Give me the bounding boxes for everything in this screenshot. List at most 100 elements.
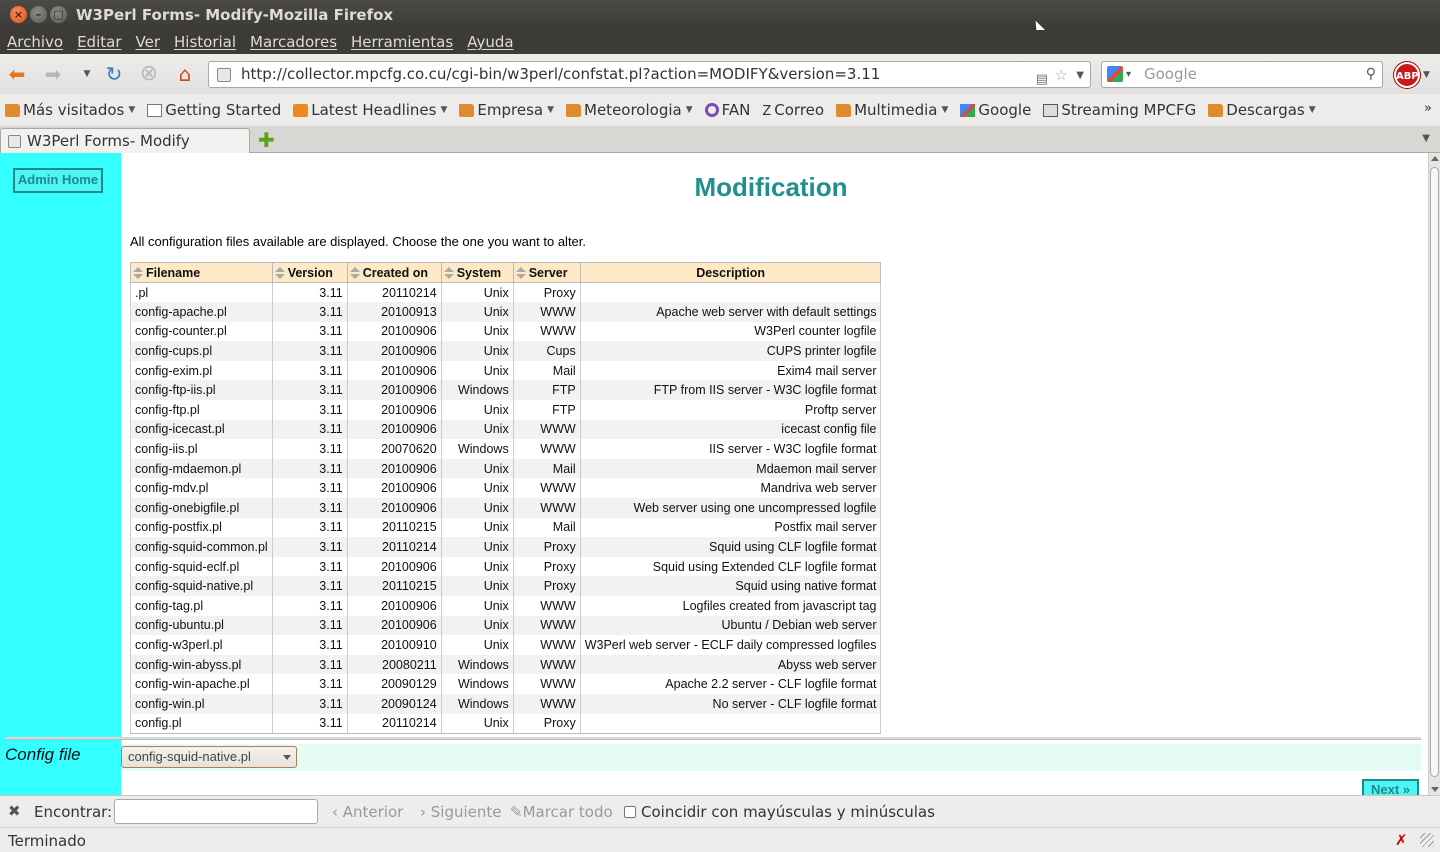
created-on-cell: 20100906 xyxy=(346,498,442,518)
menu-item-ayuda[interactable]: Ayuda xyxy=(467,30,513,54)
filename-cell: config.pl xyxy=(130,713,273,734)
reload-icon[interactable]: ↻ xyxy=(103,63,125,85)
page-icon xyxy=(147,103,163,117)
version-cell: 3.11 xyxy=(271,282,348,303)
description-cell: IIS server - W3C logfile format xyxy=(579,439,882,459)
search-icon[interactable]: ⚲ xyxy=(1366,62,1376,87)
url-dropdown-icon[interactable]: ▼ xyxy=(1076,63,1084,88)
resize-grip-icon[interactable] xyxy=(1420,833,1434,847)
window-titlebar: × – □ W3Perl Forms- Modify-Mozilla Firef… xyxy=(0,0,1440,38)
column-header-label: Version xyxy=(287,265,333,280)
created-on-cell: 20100906 xyxy=(346,360,442,381)
scroll-up-icon[interactable] xyxy=(1431,156,1439,161)
server-cell: Proxy xyxy=(512,713,581,734)
menu-item-editar[interactable]: Editar xyxy=(77,30,121,54)
window-close-button[interactable]: × xyxy=(10,6,27,23)
home-icon[interactable]: ⌂ xyxy=(174,63,196,85)
match-case-label[interactable]: Coincidir con mayúsculas y minúsculas xyxy=(641,803,935,821)
find-previous-button[interactable]: ‹ Anterior xyxy=(332,803,403,821)
created-on-cell: 20100906 xyxy=(346,419,442,440)
new-tab-icon[interactable]: ✚ xyxy=(258,130,275,150)
server-cell: Proxy xyxy=(512,537,581,557)
bookmark-meteorologia[interactable]: Meteorologia ▼ xyxy=(566,101,693,119)
version-cell: 3.11 xyxy=(271,537,348,557)
table-row: config.pl 3.11 20110214 Unix Proxy xyxy=(130,713,882,734)
bookmark-star-icon[interactable]: ☆ xyxy=(1055,63,1068,88)
server-cell: WWW xyxy=(512,498,581,518)
sort-icon[interactable] xyxy=(349,267,360,279)
column-header-system[interactable]: System xyxy=(440,262,514,283)
menu-item-ver[interactable]: Ver xyxy=(136,30,161,54)
site-identity-icon[interactable] xyxy=(217,68,231,82)
admin-home-button[interactable]: Admin Home xyxy=(13,168,103,193)
history-dropdown-icon[interactable]: ▼ xyxy=(76,63,98,85)
menu-item-archivo[interactable]: Archivo xyxy=(7,30,63,54)
url-bar[interactable]: http://collector.mpcfg.co.cu/cgi-bin/w3p… xyxy=(208,61,1091,88)
find-input[interactable] xyxy=(114,799,318,824)
config-file-select[interactable]: config-squid-native.pl xyxy=(121,746,297,768)
vertical-scrollbar[interactable] xyxy=(1428,153,1440,795)
next-button[interactable]: Next » xyxy=(1362,779,1419,795)
left-sidebar xyxy=(0,153,121,795)
created-on-cell: 20100906 xyxy=(346,321,442,342)
description-cell: Ubuntu / Debian web server xyxy=(579,615,882,636)
bookmark-multimedia[interactable]: Multimedia ▼ xyxy=(836,101,948,119)
feed-icon[interactable]: ▤ xyxy=(1036,67,1048,92)
column-header-server[interactable]: Server xyxy=(512,262,581,283)
tab-w3perl-forms-modify[interactable]: W3Perl Forms- Modify xyxy=(0,128,250,153)
created-on-cell: 20110214 xyxy=(346,282,442,303)
intro-text: All configuration files available are di… xyxy=(130,234,587,249)
bookmark-empresa[interactable]: Empresa ▼ xyxy=(459,101,554,119)
search-bar[interactable]: ▾ Google ⚲ xyxy=(1101,61,1383,88)
table-row: config-squid-eclf.pl 3.11 20100906 Unix Prox… xyxy=(130,556,882,577)
system-cell: Unix xyxy=(440,517,514,538)
stop-icon[interactable]: ⊗ xyxy=(138,63,160,85)
filename-cell: config-postfix.pl xyxy=(130,517,273,538)
addon-status-icon[interactable]: ✗ xyxy=(1395,831,1408,849)
column-header-version[interactable]: Version xyxy=(271,262,348,283)
window-minimize-button[interactable]: – xyxy=(30,6,47,23)
google-icon xyxy=(960,103,976,117)
sort-icon[interactable] xyxy=(443,267,454,279)
bookmark-m-s-visitados[interactable]: Más visitados ▼ xyxy=(5,101,135,119)
search-engine-icon[interactable] xyxy=(1107,66,1123,82)
server-cell: Mail xyxy=(512,517,581,538)
forward-icon[interactable]: ➡ xyxy=(42,63,64,85)
system-cell: Unix xyxy=(440,302,514,322)
bookmark-fan[interactable]: FAN xyxy=(704,101,750,119)
table-row: config-w3perl.pl 3.11 20100910 Unix WWW W3Per… xyxy=(130,635,882,655)
adblock-icon[interactable]: ABP xyxy=(1394,62,1420,88)
bookmark-correo[interactable]: Z Correo xyxy=(762,101,824,119)
match-case-checkbox[interactable] xyxy=(624,806,636,818)
bookmark-descargas[interactable]: Descargas ▼ xyxy=(1208,101,1316,119)
back-icon[interactable]: ⬅ xyxy=(6,63,28,85)
find-previous-label: Anterior xyxy=(342,803,404,821)
adblock-dropdown-icon[interactable]: ▼ xyxy=(1423,70,1430,80)
bookmarks-overflow-icon[interactable]: » xyxy=(1424,101,1432,116)
version-cell: 3.11 xyxy=(271,556,348,577)
column-header-filename[interactable]: Filename xyxy=(130,262,273,283)
description-cell: Squid using CLF logfile format xyxy=(579,537,882,557)
bookmark-streaming-mpcfg[interactable]: Streaming MPCFG xyxy=(1043,101,1196,119)
sort-icon[interactable] xyxy=(133,267,143,279)
highlight-all-button[interactable]: ✎Marcar todo xyxy=(510,803,613,821)
tab-list-dropdown-icon[interactable]: ▼ xyxy=(1422,133,1430,144)
search-engine-dropdown-icon[interactable]: ▾ xyxy=(1126,62,1131,87)
bookmark-getting-started[interactable]: Getting Started xyxy=(147,101,281,119)
server-cell: WWW xyxy=(512,693,581,714)
find-next-button[interactable]: › Siguiente xyxy=(420,803,502,821)
bookmark-latest-headlines[interactable]: Latest Headlines ▼ xyxy=(293,101,447,119)
menu-item-marcadores[interactable]: Marcadores xyxy=(250,30,337,54)
menu-item-herramientas[interactable]: Herramientas xyxy=(351,30,453,54)
scroll-down-icon[interactable] xyxy=(1431,787,1439,792)
scrollbar-thumb[interactable] xyxy=(1430,167,1439,777)
sort-icon[interactable] xyxy=(274,267,285,279)
window-maximize-button[interactable]: □ xyxy=(50,6,67,23)
column-header-created-on[interactable]: Created on xyxy=(346,262,442,283)
bookmark-google[interactable]: Google xyxy=(960,101,1031,119)
column-header-description[interactable]: Description xyxy=(579,262,882,283)
sort-icon[interactable] xyxy=(515,267,526,279)
server-cell: WWW xyxy=(512,478,581,499)
close-icon[interactable]: ✖ xyxy=(8,802,21,820)
menu-item-historial[interactable]: Historial xyxy=(174,30,236,54)
